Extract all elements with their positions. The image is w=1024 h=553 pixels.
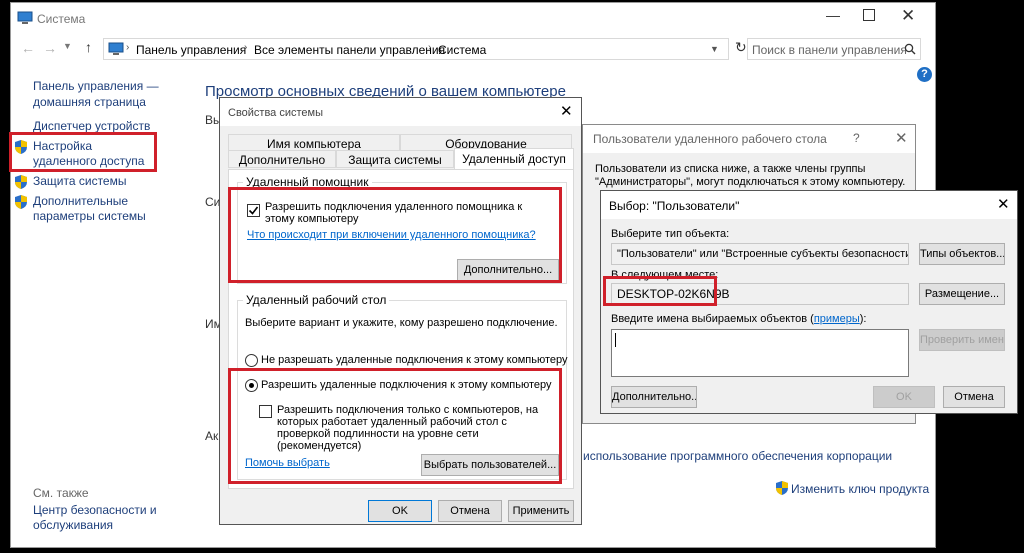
- address-dropdown-icon[interactable]: ▼: [710, 44, 719, 54]
- object-names-label: Введите имена выбираемых объектов (приме…: [611, 313, 866, 325]
- object-types-button[interactable]: Типы объектов...: [919, 243, 1005, 265]
- tab-system-protection[interactable]: Защита системы: [336, 150, 454, 168]
- rd-users-help-button[interactable]: ?: [853, 131, 860, 145]
- names-label-pre: Введите имена выбираемых объектов (: [611, 313, 814, 325]
- search-icon: [904, 43, 916, 55]
- radio-deny-label[interactable]: Не разрешать удаленные подключения к это…: [261, 354, 568, 366]
- rd-users-desc-1: Пользователи из списка ниже, а также чле…: [595, 163, 866, 175]
- location-label: В следующем месте:: [611, 269, 719, 281]
- remote-tab-panel: Удаленный помощник Разрешить подключения…: [228, 169, 574, 489]
- radio-deny[interactable]: [245, 354, 258, 367]
- location-button[interactable]: Размещение...: [919, 283, 1005, 305]
- object-type-label: Выберите тип объекта:: [611, 228, 730, 240]
- minimize-button[interactable]: —: [823, 7, 843, 23]
- breadcrumb-sep-icon: ›: [244, 42, 248, 53]
- check-names-button[interactable]: Проверить имена: [919, 329, 1005, 351]
- up-arrow-icon[interactable]: ↑: [85, 39, 92, 55]
- license-text[interactable]: использование программного обеспечения к…: [583, 449, 892, 463]
- tab-advanced[interactable]: Дополнительно: [228, 150, 336, 168]
- select-users-cancel-button[interactable]: Отмена: [943, 386, 1005, 408]
- text-cursor: [615, 333, 616, 347]
- computer-icon: [17, 11, 33, 24]
- radio-dot-icon: [249, 383, 254, 388]
- nla-checkbox-label[interactable]: Разрешить подключения только с компьютер…: [277, 404, 557, 452]
- back-arrow-icon[interactable]: ←: [21, 40, 35, 56]
- section-fragment-activation: Ак: [205, 429, 219, 443]
- forward-arrow-icon[interactable]: →: [43, 40, 57, 56]
- sysprops-ok-button[interactable]: OK: [368, 500, 432, 522]
- remote-desktop-group-title: Удаленный рабочий стол: [243, 293, 390, 307]
- sysprops-titlebar: Свойства системы ✕: [220, 98, 581, 126]
- nav-bar: ← → ▼ ↑ › Панель управления › Все элемен…: [11, 35, 935, 63]
- shield-icon: [15, 140, 27, 154]
- assist-checkbox[interactable]: [247, 204, 260, 217]
- sysprops-cancel-button[interactable]: Отмена: [438, 500, 502, 522]
- radio-allow[interactable]: [245, 379, 258, 392]
- sidebar-item-system-protection[interactable]: Защита системы: [33, 174, 126, 188]
- breadcrumb-system[interactable]: Система: [438, 43, 486, 57]
- breadcrumb-sep-icon: ›: [126, 42, 130, 53]
- object-type-field: "Пользователи" или "Встроенные субъекты …: [611, 243, 909, 265]
- rd-users-close-icon[interactable]: ✕: [895, 129, 908, 147]
- system-properties-dialog: Свойства системы ✕ Имя компьютера Оборуд…: [219, 97, 582, 525]
- select-users-advanced-button[interactable]: Дополнительно...: [611, 386, 697, 408]
- sysprops-apply-button[interactable]: Применить: [508, 500, 574, 522]
- search-input[interactable]: Поиск в панели управления: [747, 38, 921, 60]
- select-users-button[interactable]: Выбрать пользователей...: [421, 454, 559, 476]
- select-users-titlebar: Выбор: "Пользователи" ✕: [601, 191, 1017, 219]
- location-field: DESKTOP-02K6N9B: [611, 283, 909, 305]
- assist-info-link[interactable]: Что происходит при включении удаленного …: [247, 229, 536, 241]
- assist-checkbox-label[interactable]: Разрешить подключения удаленного помощни…: [265, 201, 535, 225]
- rd-users-title: Пользователи удаленного рабочего стола: [593, 132, 827, 146]
- address-box[interactable]: › Панель управления › Все элементы панел…: [103, 38, 729, 60]
- recent-chevron-icon[interactable]: ▼: [63, 41, 72, 51]
- title-bar: Система — ✕: [11, 3, 935, 33]
- refresh-icon[interactable]: ↻: [735, 39, 747, 56]
- maximize-button[interactable]: [863, 9, 875, 21]
- remote-desktop-description: Выберите вариант и укажите, кому разреше…: [245, 317, 558, 329]
- select-users-ok-button[interactable]: OK: [873, 386, 935, 408]
- help-choose-link[interactable]: Помочь выбрать: [245, 457, 330, 469]
- change-product-key-link[interactable]: Изменить ключ продукта: [791, 482, 929, 496]
- tab-remote[interactable]: Удаленный доступ: [454, 148, 574, 170]
- nla-checkbox[interactable]: [259, 405, 272, 418]
- close-button[interactable]: ✕: [901, 6, 915, 26]
- object-names-textarea[interactable]: [611, 329, 909, 377]
- select-users-close-icon[interactable]: ✕: [997, 195, 1010, 213]
- shield-icon: [776, 481, 788, 495]
- see-also-security-center[interactable]: Центр безопасности и обслуживания: [33, 503, 163, 533]
- examples-link[interactable]: примеры: [814, 313, 860, 325]
- select-users-dialog: Выбор: "Пользователи" ✕ Выберите тип объ…: [600, 190, 1018, 414]
- names-label-post: ):: [859, 313, 867, 325]
- radio-allow-label[interactable]: Разрешить удаленные подключения к этому …: [261, 379, 552, 391]
- rd-users-desc-2: "Администраторы", могут подключаться к э…: [595, 176, 906, 188]
- check-icon: [248, 206, 259, 215]
- window-title: Система: [37, 12, 86, 26]
- sidebar-item-advanced-settings[interactable]: Дополнительные параметры системы: [33, 194, 193, 224]
- search-placeholder: Поиск в панели управления: [752, 43, 907, 57]
- help-icon[interactable]: ?: [917, 67, 932, 82]
- select-users-title: Выбор: "Пользователи": [609, 199, 740, 213]
- remote-assist-group-title: Удаленный помощник: [243, 175, 372, 189]
- sidebar-item-remote-access[interactable]: Настройка удаленного доступа: [33, 139, 158, 169]
- breadcrumb-control-panel[interactable]: Панель управления: [136, 43, 246, 57]
- breadcrumb-all-items[interactable]: Все элементы панели управления: [254, 43, 445, 57]
- assist-advanced-button[interactable]: Дополнительно...: [457, 259, 559, 281]
- control-panel-icon: [108, 42, 124, 55]
- see-also-title: См. также: [33, 486, 89, 500]
- shield-icon: [15, 195, 27, 209]
- sidebar-item-device-manager[interactable]: Диспетчер устройств: [33, 119, 150, 133]
- sysprops-close-icon[interactable]: ✕: [560, 102, 573, 120]
- sysprops-title: Свойства системы: [228, 107, 324, 119]
- breadcrumb-sep-icon: ›: [428, 42, 432, 53]
- rd-users-titlebar: Пользователи удаленного рабочего стола ?…: [583, 125, 915, 153]
- shield-icon: [15, 175, 27, 189]
- sidebar-home-link[interactable]: Панель управления — домашняя страница: [33, 78, 163, 110]
